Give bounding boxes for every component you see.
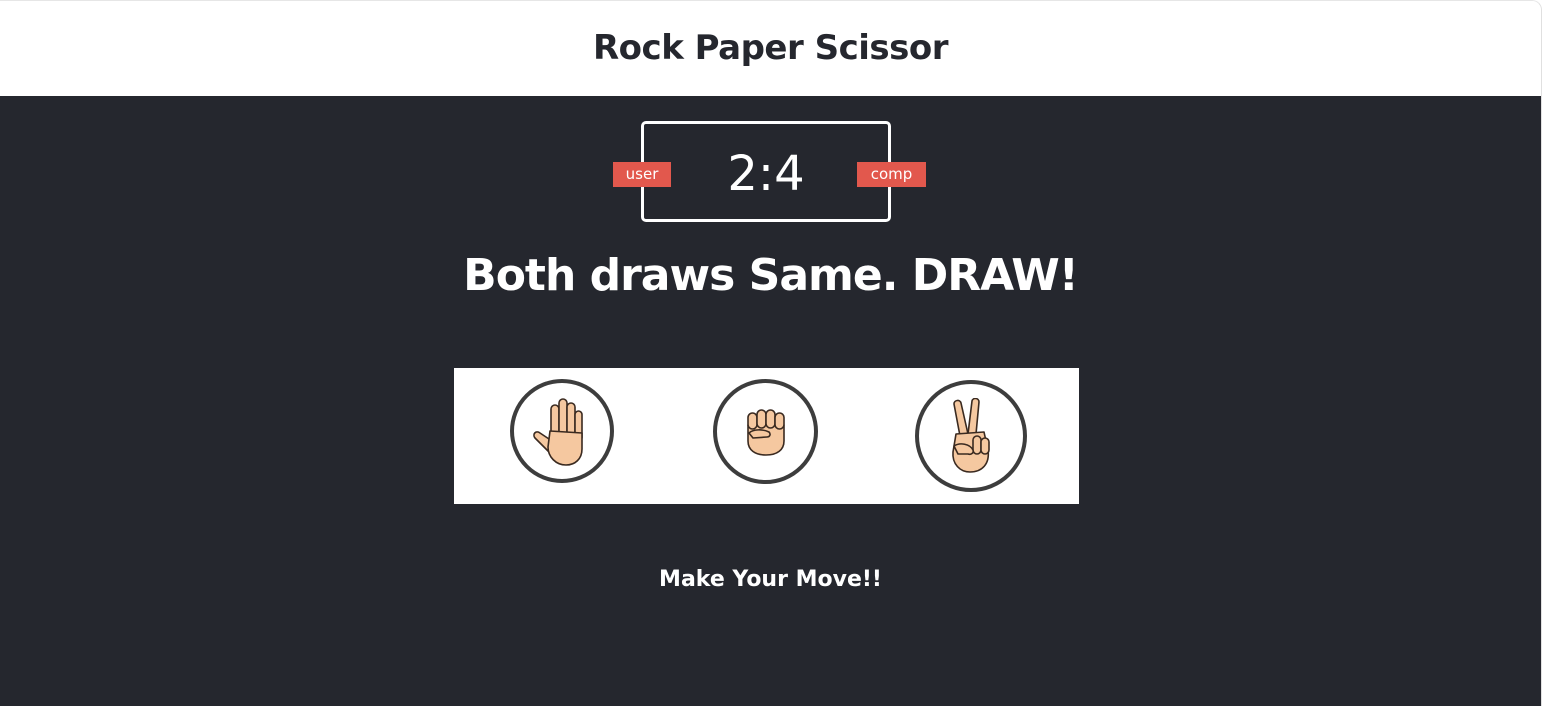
paper-choice-button[interactable]	[510, 379, 614, 483]
user-score-badge: user	[613, 162, 671, 187]
choices-panel	[454, 368, 1079, 504]
scissors-choice-button[interactable]	[915, 380, 1027, 492]
make-move-prompt: Make Your Move!!	[659, 567, 882, 592]
comp-score-badge: comp	[857, 162, 926, 187]
result-message: Both draws Same. DRAW!	[463, 250, 1079, 301]
app-header: Rock Paper Scissor	[0, 1, 1541, 96]
victory-hand-icon	[946, 398, 996, 474]
raised-hand-icon	[530, 395, 594, 467]
page-title: Rock Paper Scissor	[593, 27, 949, 68]
raised-fist-icon	[743, 407, 789, 457]
score-display: 2:4	[727, 145, 805, 202]
rock-choice-button[interactable]	[713, 379, 818, 484]
game-area: 2:4 user comp Both draws Same. DRAW! Mak…	[0, 96, 1541, 706]
scoreboard: 2:4	[641, 121, 891, 222]
app-window: Rock Paper Scissor 2:4 user comp Both dr…	[0, 0, 1542, 706]
